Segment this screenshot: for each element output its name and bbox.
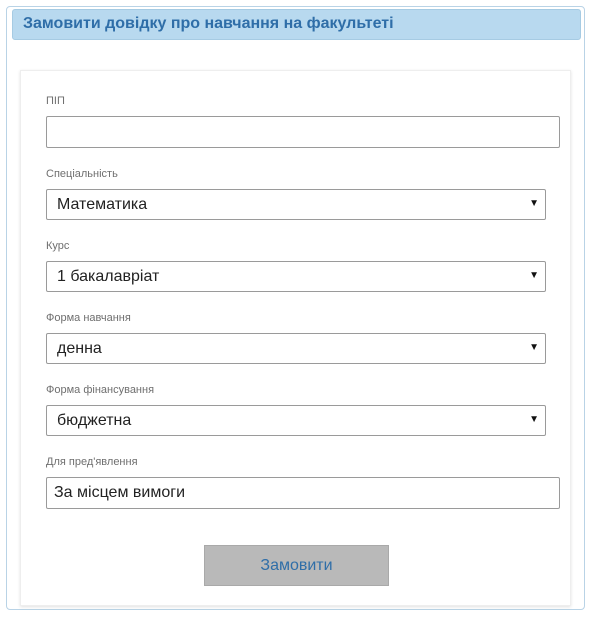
chevron-down-icon: ▼ [529, 342, 539, 353]
specialty-label: Спеціальність [46, 168, 118, 180]
study-form-label: Форма навчання [46, 312, 131, 324]
submit-button[interactable]: Замовити [204, 545, 389, 586]
page-title: Замовити довідку про навчання на факульт… [23, 15, 394, 32]
header-bar: Замовити довідку про навчання на факульт… [12, 9, 581, 40]
chevron-down-icon: ▼ [529, 270, 539, 281]
specialty-select[interactable]: Математика ▼ [46, 189, 546, 220]
study-form-select[interactable]: денна ▼ [46, 333, 546, 364]
pib-label: ПІП [46, 95, 65, 107]
study-form-selected-value: денна [57, 340, 102, 357]
specialty-selected-value: Математика [57, 196, 148, 213]
chevron-down-icon: ▼ [529, 198, 539, 209]
funding-form-select[interactable]: бюджетна ▼ [46, 405, 546, 436]
pib-input[interactable] [46, 116, 560, 148]
funding-form-selected-value: бюджетна [57, 412, 132, 429]
destination-label: Для пред'явлення [46, 456, 138, 468]
funding-form-label: Форма фінансування [46, 384, 155, 396]
destination-input[interactable]: За місцем вимоги [46, 477, 560, 509]
course-label: Курс [46, 240, 70, 252]
chevron-down-icon: ▼ [529, 414, 539, 425]
course-selected-value: 1 бакалавріат [57, 268, 160, 285]
course-select[interactable]: 1 бакалавріат ▼ [46, 261, 546, 292]
